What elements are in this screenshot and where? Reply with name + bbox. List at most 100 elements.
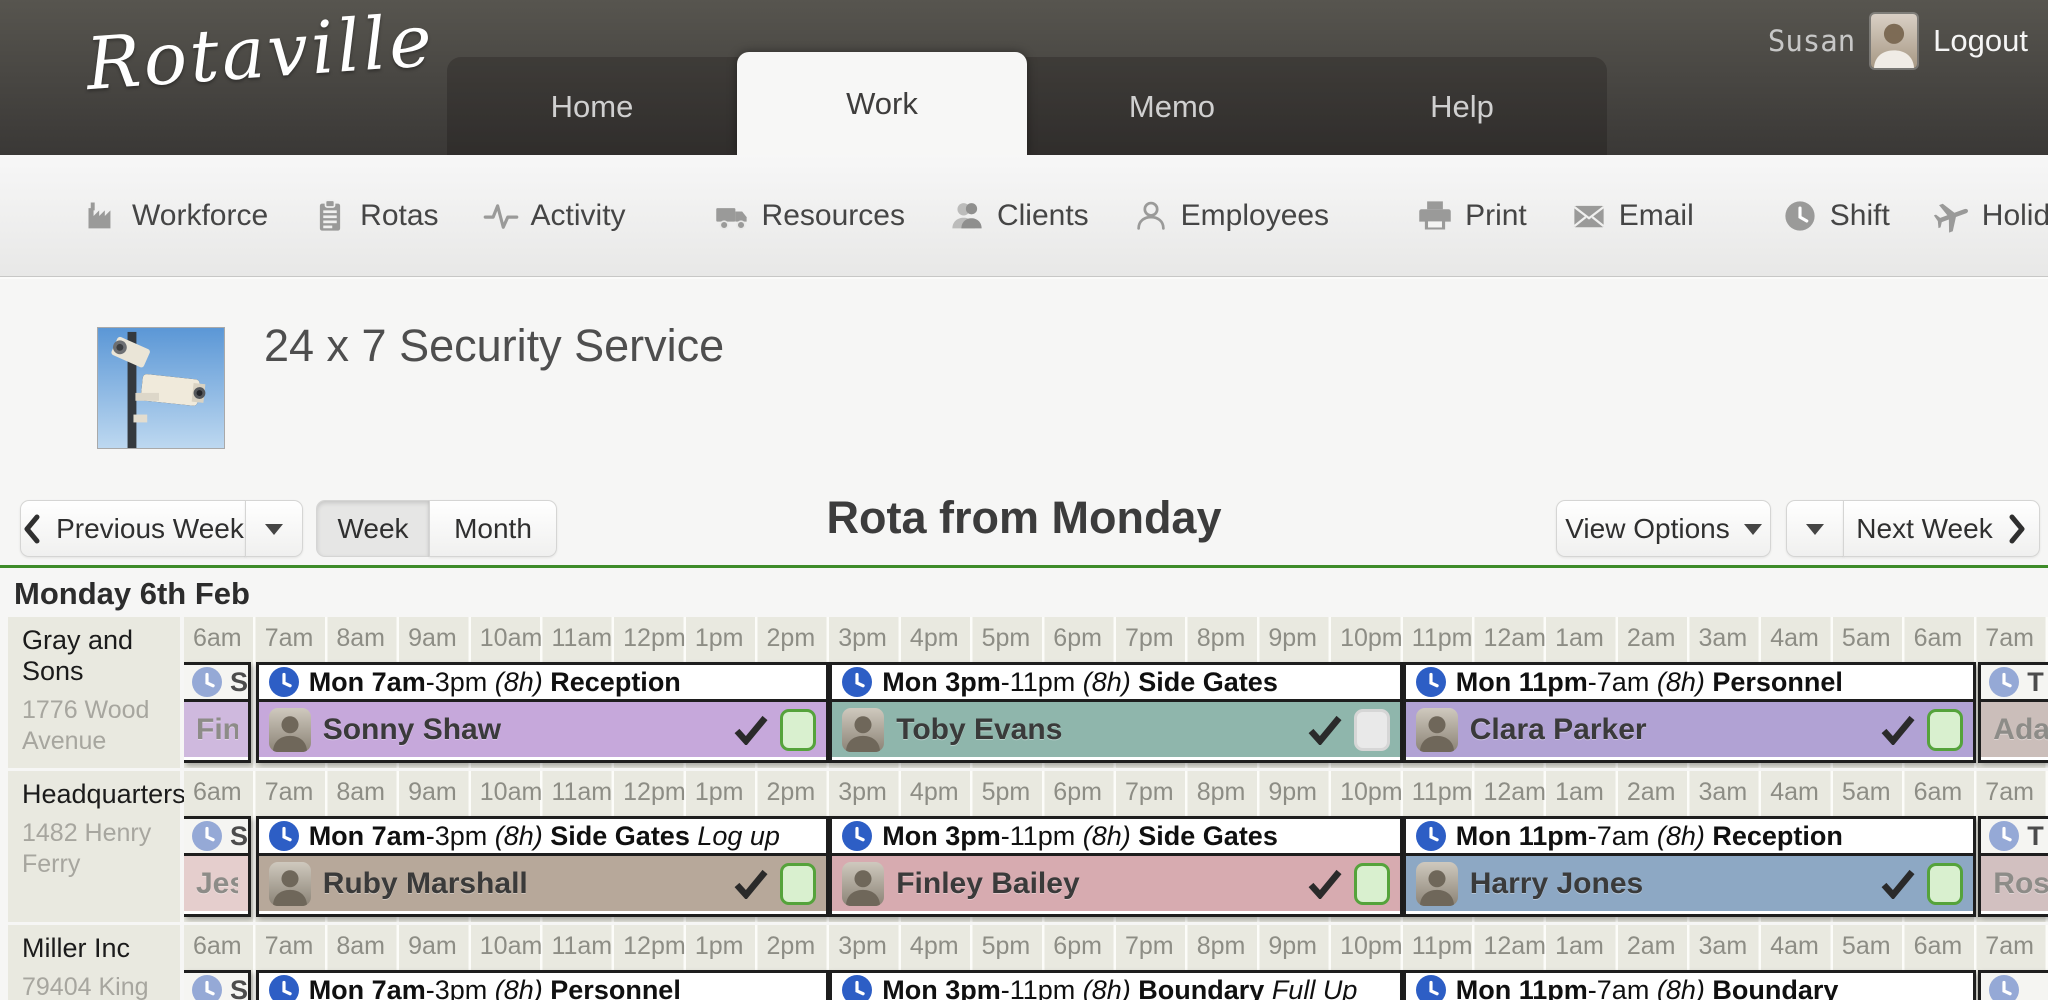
time-label: 10am (480, 778, 543, 807)
venue-row: Headquarters1482 Henry Ferry6am7am8am9am… (8, 771, 2048, 922)
toolbar-resources[interactable]: Resources (714, 198, 905, 234)
partial-shift-card[interactable]: S (184, 970, 251, 1000)
shift-header: Mon 7am-3pm (8h) Reception (259, 665, 827, 702)
shift-card[interactable]: Mon 7am-3pm (8h) Personnel (256, 970, 830, 1000)
clock-icon (192, 975, 222, 1000)
shift-card[interactable]: Mon 11pm-7am (8h) Personnel Clara Parker (1403, 662, 1977, 763)
time-label: 8pm (1197, 932, 1246, 961)
time-label: 6am (1914, 624, 1963, 653)
confirm-checkbox[interactable] (780, 709, 816, 751)
time-label: 5pm (982, 624, 1031, 653)
shift-header: S (184, 665, 248, 702)
shift-body: Rosi (1981, 856, 2048, 911)
time-label: 1am (1555, 932, 1604, 961)
time-label: 1am (1555, 778, 1604, 807)
venue-cell: Gray and Sons1776 Wood Avenue (8, 617, 180, 768)
confirm-checkbox[interactable] (1927, 863, 1963, 905)
shift-title: T (2027, 667, 2044, 698)
logout-link[interactable]: Logout (1933, 23, 2028, 59)
shift-card[interactable]: Mon 7am-3pm (8h) Side Gates Log up Ruby M… (256, 816, 830, 917)
time-label: 7pm (1125, 932, 1174, 961)
partial-shift-card[interactable]: T Ada (1978, 662, 2048, 763)
time-label: 9am (408, 778, 457, 807)
toolbar-workforce[interactable]: Workforce (84, 198, 268, 234)
clock-icon (1416, 821, 1446, 851)
confirm-checkbox[interactable] (1354, 709, 1390, 751)
venue-name: Miller Inc (22, 933, 180, 964)
venue-row: Miller Inc79404 King6am7am8am9am10am11am… (8, 925, 2048, 1000)
toolbar-print[interactable]: Print (1417, 198, 1527, 234)
tab-home[interactable]: Home (447, 58, 737, 155)
clock-icon (269, 975, 299, 1000)
employee-name: Ada (1991, 713, 2048, 747)
toolbar-activity[interactable]: Activity (483, 198, 626, 234)
shift-card[interactable]: Mon 3pm-11pm (8h) Side GatesToby Evans (829, 662, 1403, 763)
shift-card[interactable]: Mon 3pm-11pm (8h) Side Gates Finley Baile… (829, 816, 1403, 917)
toolbar: Workforce Rotas Activity Resources Clien… (0, 155, 2048, 277)
check-icon (734, 715, 768, 745)
clock-icon (1416, 667, 1446, 697)
user-name: Susan (1768, 24, 1855, 58)
partial-shift-card[interactable]: SFinn (184, 662, 251, 763)
toolbar-employees[interactable]: Employees (1133, 198, 1329, 234)
time-label: 10am (480, 932, 543, 961)
confirm-checkbox[interactable] (1927, 709, 1963, 751)
time-label: 3am (1699, 778, 1748, 807)
shift-body: Finley Bailey (832, 856, 1400, 911)
time-label: 3am (1699, 932, 1748, 961)
time-label: 11am (551, 624, 612, 653)
shift-clock-icon (1782, 198, 1818, 234)
next-week-button[interactable]: Next Week (1843, 500, 2040, 557)
time-label: 2pm (767, 932, 816, 961)
time-label: 10am (480, 624, 543, 653)
shift-title: Mon 3pm-11pm (8h) Side Gates (882, 821, 1278, 852)
time-label: 4am (1770, 624, 1819, 653)
tab-work[interactable]: Work (737, 52, 1027, 155)
toolbar-rotas[interactable]: Rotas (312, 198, 438, 234)
tab-memo[interactable]: Memo (1027, 58, 1317, 155)
clock-icon (192, 821, 222, 851)
next-week-dropdown[interactable] (1786, 500, 1844, 557)
time-label: 8am (336, 932, 385, 961)
employee-avatar (269, 708, 311, 752)
clock-icon (842, 821, 872, 851)
holiday-plane-icon (1934, 198, 1970, 234)
confirm-checkbox[interactable] (780, 863, 816, 905)
shift-title: Mon 7am-3pm (8h) Side Gates Log up (309, 821, 780, 852)
clock-icon (269, 821, 299, 851)
shift-card[interactable]: Mon 7am-3pm (8h) ReceptionSonny Shaw (256, 662, 830, 763)
page-title: 24 x 7 Security Service (264, 320, 724, 372)
time-label: 7am (1985, 624, 2034, 653)
shift-card[interactable]: Mon 11pm-7am (8h) Boundary (1403, 970, 1977, 1000)
shift-header: Mon 7am-3pm (8h) Side Gates Log up (259, 819, 827, 856)
shift-body: Clara Parker (1406, 702, 1974, 757)
shift-header: S (184, 973, 248, 1000)
time-label: 6am (1914, 932, 1963, 961)
toolbar-holiday[interactable]: Holiday (1934, 198, 2048, 234)
shift-body: Harry Jones (1406, 856, 1974, 911)
user-box: Susan Logout (1768, 14, 2028, 68)
shift-title: Mon 11pm-7am (8h) Personnel (1456, 667, 1843, 698)
time-label: 1am (1555, 624, 1604, 653)
partial-shift-card[interactable] (1978, 970, 2048, 1000)
partial-shift-card[interactable]: TRosi (1978, 816, 2048, 917)
tab-help[interactable]: Help (1317, 58, 1607, 155)
security-camera-image (98, 328, 224, 448)
user-avatar[interactable] (1871, 14, 1917, 68)
toolbar-email[interactable]: Email (1571, 198, 1694, 234)
time-label: 6pm (1053, 778, 1102, 807)
shift-card[interactable]: Mon 3pm-11pm (8h) Boundary Full Up (829, 970, 1403, 1000)
time-label: 6am (193, 778, 242, 807)
caret-down-icon (1744, 524, 1762, 544)
time-label: 2am (1627, 932, 1676, 961)
main-tabs: Home Work Memo Help (447, 57, 1607, 155)
shift-body: Ruby Marshall (259, 856, 827, 911)
toolbar-clients[interactable]: Clients (949, 198, 1089, 234)
toolbar-shift[interactable]: Shift (1782, 198, 1890, 234)
shift-header: Mon 3pm-11pm (8h) Side Gates (832, 819, 1400, 856)
venue-cell: Headquarters1482 Henry Ferry (8, 771, 180, 922)
shift-card[interactable]: Mon 11pm-7am (8h) ReceptionHarry Jones (1403, 816, 1977, 917)
confirm-checkbox[interactable] (1354, 863, 1390, 905)
view-options-button[interactable]: View Options (1556, 500, 1771, 557)
partial-shift-card[interactable]: SJess (184, 816, 251, 917)
